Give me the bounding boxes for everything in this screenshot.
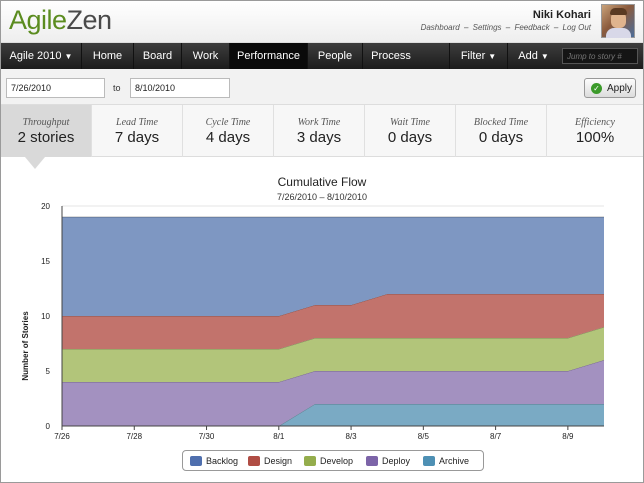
metric-label: Efficiency [575, 117, 615, 128]
legend-label: Design [264, 456, 293, 466]
link-separator: – [463, 23, 469, 32]
legend-label: Develop [320, 456, 354, 466]
x-tick-label: 8/7 [490, 432, 502, 441]
legend-swatch [190, 456, 202, 466]
user-name: Niki Kohari [532, 9, 591, 21]
logo-part2: Zen [66, 5, 113, 35]
nav-people[interactable]: People [307, 43, 362, 69]
avatar-shirt [606, 28, 631, 38]
feedback-link[interactable]: Feedback [514, 23, 549, 32]
metric-value: 0 days [387, 129, 433, 146]
metric-label: Throughput [22, 117, 70, 128]
metric-lead-time[interactable]: Lead Time 7 days [92, 105, 183, 157]
x-tick-label: 7/26 [54, 432, 70, 441]
filter-label: Filter [460, 50, 486, 62]
apply-label: Apply [607, 83, 633, 94]
nav-home[interactable]: Home [81, 43, 133, 69]
apply-button[interactable]: ✓ Apply [584, 78, 636, 98]
chevron-down-icon: ▼ [64, 52, 73, 61]
metric-blocked-time[interactable]: Blocked Time 0 days [456, 105, 547, 157]
metric-wait-time[interactable]: Wait Time 0 days [365, 105, 456, 157]
chevron-down-icon: ▼ [488, 52, 497, 61]
metrics-bar: Throughput 2 stories Lead Time 7 days Cy… [1, 105, 643, 157]
metric-value: 2 stories [17, 129, 75, 146]
metric-cycle-time[interactable]: Cycle Time 4 days [183, 105, 274, 157]
link-separator: – [553, 23, 559, 32]
main-nav: Agile 2010 ▼ Home Board Work Performance … [1, 43, 643, 69]
avatar-hair [610, 8, 627, 15]
y-tick-label: 0 [46, 422, 51, 431]
metric-efficiency[interactable]: Efficiency 100% [547, 105, 643, 157]
nav-board[interactable]: Board [133, 43, 181, 69]
logo-part1: Agile [9, 5, 67, 35]
x-tick-label: 8/3 [346, 432, 358, 441]
y-tick-label: 15 [41, 257, 50, 266]
nav-work[interactable]: Work [181, 43, 229, 69]
nav-process[interactable]: Process [362, 43, 419, 69]
legend-label: Archive [439, 456, 470, 466]
metric-label: Blocked Time [473, 117, 529, 128]
metric-throughput[interactable]: Throughput 2 stories [1, 105, 92, 157]
user-links: Dashboard – Settings – Feedback – Log Ou… [419, 23, 591, 32]
jump-to-story-input[interactable] [562, 48, 638, 64]
legend-swatch [366, 456, 378, 466]
link-separator: – [505, 23, 511, 32]
settings-link[interactable]: Settings [473, 23, 502, 32]
chevron-down-icon: ▼ [540, 52, 549, 61]
legend-swatch [248, 456, 260, 466]
metric-label: Work Time [297, 117, 341, 128]
nav-performance[interactable]: Performance [229, 43, 307, 69]
chart-title: Cumulative Flow [278, 175, 367, 189]
chart-legend: Backlog Design Develop Deploy Archive [182, 450, 484, 471]
legend-swatch [304, 456, 316, 466]
add-label: Add [518, 50, 538, 62]
chart-subtitle: 7/26/2010 – 8/10/2010 [277, 192, 367, 202]
chart-svg: Cumulative Flow 7/26/2010 – 8/10/2010 Nu… [21, 175, 605, 441]
agilezen-logo[interactable]: AgileZen [9, 5, 112, 36]
legend-swatch [423, 456, 435, 466]
user-block: Niki Kohari Dashboard – Settings – Feedb… [419, 9, 591, 32]
cumulative-flow-chart: Cumulative Flow 7/26/2010 – 8/10/2010 Nu… [1, 161, 643, 482]
logout-link[interactable]: Log Out [563, 23, 591, 32]
x-tick-label: 8/9 [562, 432, 574, 441]
check-icon: ✓ [591, 83, 602, 94]
metric-label: Wait Time [390, 117, 430, 128]
project-selector[interactable]: Agile 2010 ▼ [1, 43, 81, 69]
metric-value: 4 days [205, 129, 251, 146]
filter-menu[interactable]: Filter ▼ [449, 43, 507, 69]
metric-work-time[interactable]: Work Time 3 days [274, 105, 365, 157]
x-tick-label: 8/1 [273, 432, 285, 441]
legend-label: Backlog [206, 456, 239, 466]
date-range-bar: to ✓ Apply [1, 69, 643, 105]
start-date-input[interactable] [6, 78, 105, 98]
metric-value: 7 days [114, 129, 160, 146]
avatar[interactable] [601, 4, 635, 38]
metric-value: 0 days [478, 129, 524, 146]
dashboard-link[interactable]: Dashboard [421, 23, 460, 32]
x-tick-label: 8/5 [418, 432, 430, 441]
to-label: to [113, 83, 121, 93]
y-axis-label: Number of Stories [21, 311, 30, 381]
x-tick-label: 7/30 [199, 432, 215, 441]
header: AgileZen Niki Kohari Dashboard – Setting… [1, 1, 643, 43]
metric-value: 100% [575, 129, 615, 146]
metric-label: Cycle Time [205, 117, 251, 128]
legend-label: Deploy [382, 456, 411, 466]
end-date-input[interactable] [130, 78, 230, 98]
add-menu[interactable]: Add ▼ [507, 43, 559, 69]
y-tick-label: 10 [41, 312, 50, 321]
metric-value: 3 days [296, 129, 342, 146]
project-name: Agile 2010 [9, 50, 62, 62]
app-window: AgileZen Niki Kohari Dashboard – Setting… [0, 0, 644, 483]
metric-label: Lead Time [116, 117, 158, 128]
y-tick-label: 20 [41, 202, 50, 211]
chart-layers: 0 5 10 15 20 7/26 7/28 7/30 8/1 8/3 8/5 8/7 8/9 [41, 202, 605, 441]
y-tick-label: 5 [46, 367, 51, 376]
x-tick-label: 7/28 [126, 432, 142, 441]
